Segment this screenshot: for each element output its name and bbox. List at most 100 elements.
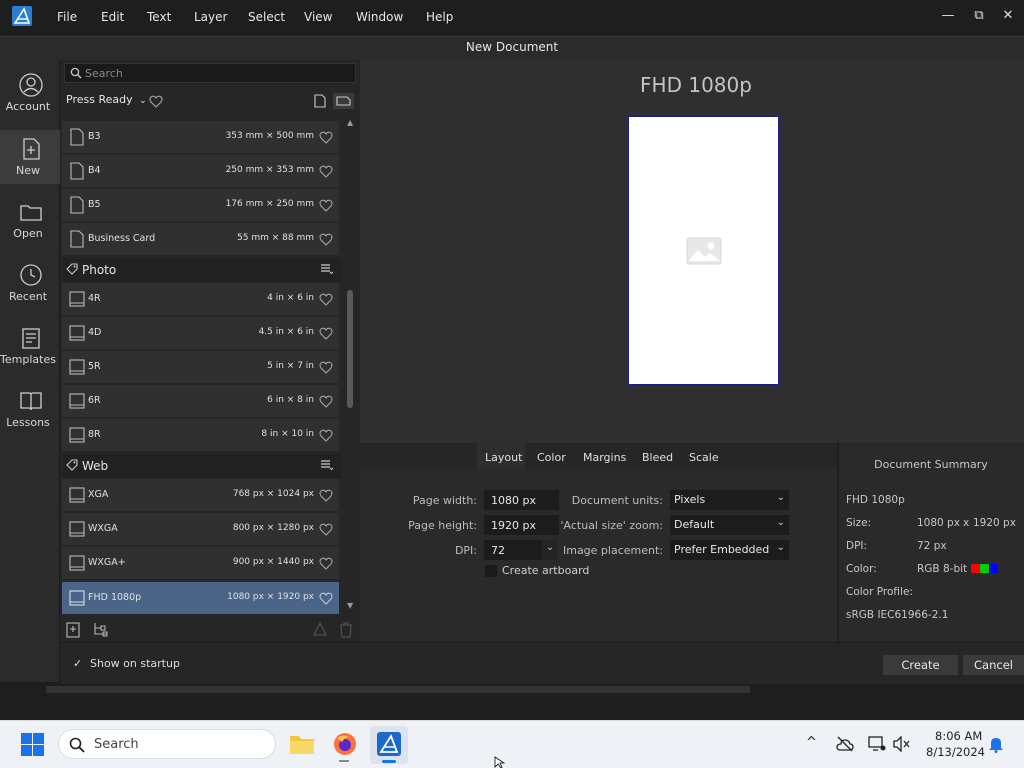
scrollbar-thumb[interactable] <box>347 290 353 408</box>
nav-lessons[interactable]: Lessons <box>0 382 60 436</box>
menu-window[interactable]: Window <box>356 10 403 24</box>
section-menu-icon[interactable] <box>321 460 333 470</box>
zoom-select[interactable]: Default ⌄ <box>670 515 789 535</box>
heart-icon[interactable] <box>319 395 333 408</box>
preset-row-wxga[interactable]: WXGA 800 px × 1280 px <box>62 513 339 545</box>
preset-row-b5[interactable]: B5 176 mm × 250 mm <box>62 189 339 221</box>
preset-row-xga[interactable]: XGA 768 px × 1024 px <box>62 479 339 511</box>
tab-bleed[interactable]: Bleed <box>642 451 673 464</box>
checkmark-icon[interactable]: ✓ <box>73 657 82 670</box>
create-artboard-label: Create artboard <box>502 564 590 577</box>
file-explorer-icon[interactable] <box>289 733 315 755</box>
summary-name: FHD 1080p <box>846 494 905 506</box>
menu-file[interactable]: File <box>57 10 77 24</box>
category-select[interactable]: Press Ready ⌄ <box>66 93 147 106</box>
nav-new[interactable]: New <box>0 130 60 184</box>
heart-icon[interactable] <box>319 429 333 442</box>
nav-open[interactable]: Open <box>0 193 60 247</box>
taskbar-time[interactable]: 8:06 AM <box>935 729 982 743</box>
summary-size-x: x <box>963 517 970 529</box>
heart-icon[interactable] <box>319 131 333 144</box>
scroll-down-icon[interactable]: ▼ <box>347 601 353 610</box>
portrait-icon[interactable] <box>314 94 326 108</box>
preset-row-b4[interactable]: B4 250 mm × 353 mm <box>62 155 339 187</box>
firefox-icon[interactable] <box>333 732 357 756</box>
create-artboard-checkbox[interactable] <box>485 565 497 577</box>
landscape-toggle[interactable] <box>333 93 354 109</box>
zoom-label: 'Actual size' zoom: <box>560 519 664 532</box>
dpi-label: DPI: <box>454 544 477 557</box>
page-height-field[interactable]: 1920 px <box>484 515 559 535</box>
menu-layer[interactable]: Layer <box>194 10 227 24</box>
nav-recent[interactable]: Recent <box>0 256 60 310</box>
heart-icon[interactable] <box>319 557 333 570</box>
doc-units-select[interactable]: Pixels ⌄ <box>670 490 789 510</box>
nav-lessons-label: Lessons <box>6 416 50 429</box>
favorite-filter-icon[interactable] <box>149 95 163 108</box>
heart-icon[interactable] <box>319 233 333 246</box>
dpi-field[interactable]: 72 <box>484 540 542 560</box>
menu-view[interactable]: View <box>304 10 332 24</box>
nav-account[interactable]: Account <box>0 66 60 120</box>
nav-templates[interactable]: Templates <box>0 319 60 373</box>
preset-row-8r[interactable]: 8R 8 in × 10 in <box>62 419 339 451</box>
taskbar-search[interactable]: Search <box>58 729 276 759</box>
page-width-field[interactable]: 1080 px <box>484 490 559 510</box>
preset-row-4r[interactable]: 4R 4 in × 6 in <box>62 283 339 315</box>
heart-icon[interactable] <box>319 361 333 374</box>
preset-row-business-card[interactable]: Business Card 55 mm × 88 mm <box>62 223 339 255</box>
placement-select[interactable]: Prefer Embedded ⌄ <box>670 540 789 560</box>
dpi-dropdown-icon[interactable]: ⌄ <box>542 540 558 560</box>
cloud-icon[interactable] <box>836 736 854 752</box>
tab-layout[interactable]: Layout <box>485 451 522 464</box>
heart-icon[interactable] <box>319 165 333 178</box>
section-web[interactable]: Web <box>62 454 341 478</box>
heart-icon[interactable] <box>319 489 333 502</box>
chevron-up-icon[interactable]: ^ <box>806 735 817 750</box>
heart-icon[interactable] <box>319 592 333 605</box>
heart-icon[interactable] <box>319 293 333 306</box>
taskbar-affinity-active[interactable] <box>370 726 408 764</box>
horizontal-scrollbar[interactable] <box>46 686 750 693</box>
tab-margins[interactable]: Margins <box>583 451 626 464</box>
notification-bell-icon[interactable] <box>988 736 1004 753</box>
preset-row-6r[interactable]: 6R 6 in × 8 in <box>62 385 339 417</box>
preset-size: 900 px × 1440 px <box>232 557 314 567</box>
create-button[interactable]: Create <box>883 655 958 675</box>
preset-row-fhd-1080p[interactable]: FHD 1080p 1080 px × 1920 px <box>62 582 339 614</box>
volume-muted-icon[interactable] <box>893 736 911 752</box>
preset-row-b3[interactable]: B3 353 mm × 500 mm <box>62 121 339 153</box>
close-button[interactable]: ✕ <box>998 8 1018 23</box>
summary-profile: sRGB IEC61966-2.1 <box>846 609 949 621</box>
scroll-up-icon[interactable]: ▲ <box>347 118 353 127</box>
trash-icon[interactable] <box>339 622 353 638</box>
tab-scale[interactable]: Scale <box>689 451 719 464</box>
restore-button[interactable]: ⧉ <box>969 8 989 23</box>
summary-profile-label: Color Profile: <box>846 586 913 598</box>
paint-icon[interactable] <box>313 622 327 638</box>
menu-text[interactable]: Text <box>147 10 171 24</box>
tab-color[interactable]: Color <box>537 451 566 464</box>
taskbar-date[interactable]: 8/13/2024 <box>926 745 985 759</box>
doc-units-value: Pixels <box>674 493 706 506</box>
heart-icon[interactable] <box>319 523 333 536</box>
preset-row-4d[interactable]: 4D 4.5 in × 6 in <box>62 317 339 349</box>
preset-row-5r[interactable]: 5R 5 in × 7 in <box>62 351 339 383</box>
preset-row-wxga-plus[interactable]: WXGA+ 900 px × 1440 px <box>62 547 339 579</box>
menu-help[interactable]: Help <box>426 10 453 24</box>
minimize-button[interactable]: — <box>938 8 958 23</box>
windows-start-icon[interactable] <box>21 733 44 756</box>
heart-icon[interactable] <box>319 327 333 340</box>
menu-edit[interactable]: Edit <box>101 10 124 24</box>
section-menu-icon[interactable] <box>321 264 333 274</box>
add-category-icon[interactable] <box>92 622 108 638</box>
menu-select[interactable]: Select <box>248 10 285 24</box>
section-photo[interactable]: Photo <box>62 258 341 282</box>
add-preset-icon[interactable] <box>66 622 80 638</box>
affinity-logo-icon[interactable] <box>12 6 32 26</box>
heart-icon[interactable] <box>319 199 333 212</box>
network-icon[interactable] <box>868 736 886 752</box>
preset-size: 8 in × 10 in <box>261 429 314 439</box>
cancel-button[interactable]: Cancel <box>963 655 1024 675</box>
search-input[interactable]: Search <box>64 63 356 83</box>
